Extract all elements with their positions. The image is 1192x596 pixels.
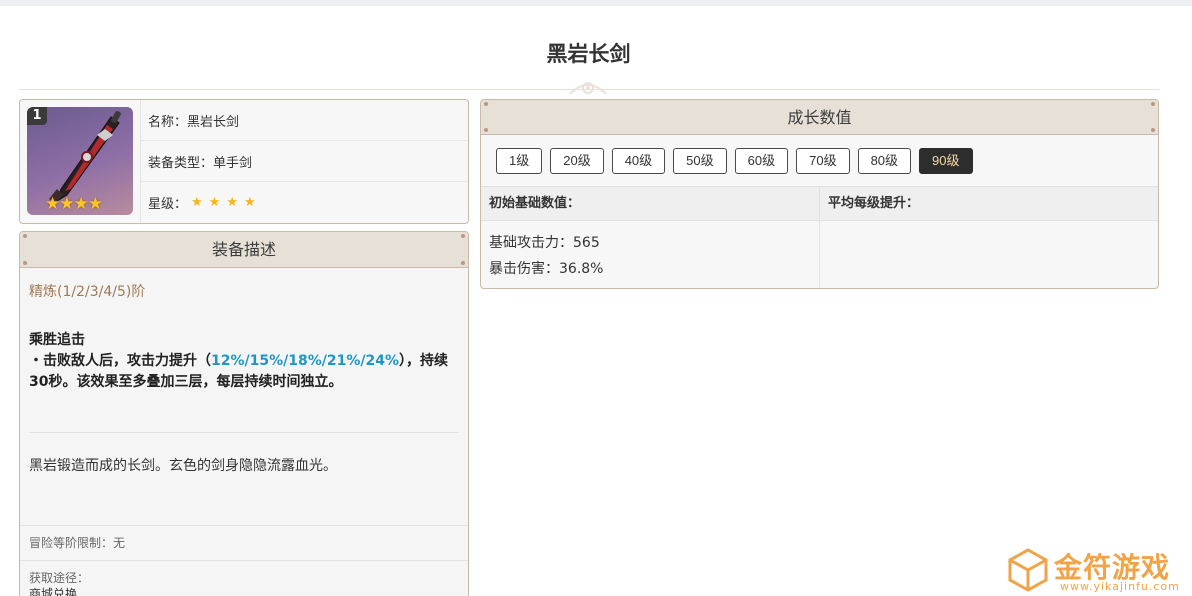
cube-logo-icon <box>1008 548 1048 592</box>
stat-table: 初始基础数值： 基础攻击力：565 暴击伤害：36.8% 平均每级提升： <box>481 187 1158 288</box>
corner-dot <box>23 234 27 238</box>
level-button-60[interactable]: 60级 <box>734 148 789 174</box>
corner-dot <box>23 261 27 265</box>
refine-level-text: 精炼(1/2/3/4/5)阶 <box>29 284 146 300</box>
info-row-rarity: 星级： ★★★★ <box>141 182 468 223</box>
watermark: 金符游戏 www.yikajinfu.com <box>1006 546 1186 596</box>
weapon-info-card: 1 ★★★★ 名称： 黑岩长剑 装备类型： 单手剑 星级： ★★★★ <box>19 99 469 224</box>
stat-row: 基础攻击力：565 <box>489 230 811 256</box>
skill-description: ・击败敌人后，攻击力提升（12%/15%/18%/21%/24%），持续30秒。… <box>20 349 468 393</box>
type-value: 单手剑 <box>213 155 253 171</box>
level-button-40[interactable]: 40级 <box>611 148 666 174</box>
growth-card: 成长数值 1级 20级 40级 50级 60级 70级 80级 90级 初始基础… <box>480 99 1159 289</box>
rank-limit-row: 冒险等阶限制：无 <box>20 525 468 560</box>
level-button-50[interactable]: 50级 <box>673 148 727 174</box>
ornament-icon <box>569 82 607 95</box>
corner-dot <box>1151 128 1155 132</box>
source-label: 获取途径： <box>29 571 90 585</box>
corner-dot <box>1151 102 1155 106</box>
level-button-90[interactable]: 90级 <box>919 148 973 174</box>
top-bar <box>0 0 1192 6</box>
stat-row: 暴击伤害：36.8% <box>489 256 811 282</box>
corner-dot <box>484 128 488 132</box>
skill-values: 12%/15%/18%/21%/24% <box>211 353 400 369</box>
skill-name: 乘胜追击 <box>29 332 85 348</box>
base-stats-body: 基础攻击力：565 暴击伤害：36.8% <box>481 221 819 288</box>
base-stats-header: 初始基础数值： <box>481 187 819 221</box>
info-row-type: 装备类型： 单手剑 <box>141 141 468 182</box>
growth-header-label: 成长数值 <box>787 108 852 127</box>
base-stats-column: 初始基础数值： 基础攻击力：565 暴击伤害：36.8% <box>481 187 820 288</box>
description-card: 装备描述 精炼(1/2/3/4/5)阶 乘胜追击 ・击败敌人后，攻击力提升（12… <box>19 231 469 596</box>
stat-value: 36.8% <box>559 261 604 277</box>
corner-dot <box>461 261 465 265</box>
type-label: 装备类型： <box>148 155 214 171</box>
page-title: 黑岩长剑 <box>546 42 631 66</box>
description-header-label: 装备描述 <box>211 240 276 259</box>
image-stars: ★★★★ <box>45 194 103 214</box>
description-header: 装备描述 <box>20 232 468 268</box>
source-row: 获取途径： 商城兑换 <box>20 560 468 596</box>
corner-dot <box>484 102 488 106</box>
stat-label: 基础攻击力： <box>489 235 573 251</box>
rarity-stars: ★★★★ <box>191 195 262 210</box>
info-row-name: 名称： 黑岩长剑 <box>141 100 468 141</box>
avg-growth-body <box>820 221 1158 239</box>
rank-limit-label: 冒险等阶限制： <box>29 536 114 550</box>
level-button-1[interactable]: 1级 <box>496 148 543 174</box>
level-button-20[interactable]: 20级 <box>550 148 604 174</box>
rarity-label: 星级： <box>148 197 188 212</box>
info-rows: 名称： 黑岩长剑 装备类型： 单手剑 星级： ★★★★ <box>140 100 468 223</box>
avg-growth-header: 平均每级提升： <box>820 187 1158 221</box>
level-button-70[interactable]: 70级 <box>796 148 850 174</box>
name-label: 名称： <box>148 114 188 130</box>
name-value: 黑岩长剑 <box>187 114 240 130</box>
refine-badge: 1 <box>27 107 47 125</box>
corner-dot <box>461 234 465 238</box>
avg-growth-column: 平均每级提升： <box>820 187 1158 288</box>
skill-prefix: ・击败敌人后，攻击力提升（ <box>29 353 211 369</box>
stat-label: 暴击伤害： <box>489 261 559 277</box>
weapon-image: 1 ★★★★ <box>27 107 133 215</box>
stat-value: 565 <box>573 235 600 251</box>
watermark-url: www.yikajinfu.com <box>1060 580 1180 593</box>
source-value: 商城兑换 <box>29 587 78 596</box>
level-selector: 1级 20级 40级 50级 60级 70级 80级 90级 <box>481 135 1158 187</box>
level-button-80[interactable]: 80级 <box>857 148 912 174</box>
weapon-lore: 黑岩锻造而成的长剑。玄色的剑身隐隐流露血光。 <box>29 458 337 474</box>
rank-limit-value: 无 <box>113 536 126 550</box>
growth-header: 成长数值 <box>481 100 1158 135</box>
